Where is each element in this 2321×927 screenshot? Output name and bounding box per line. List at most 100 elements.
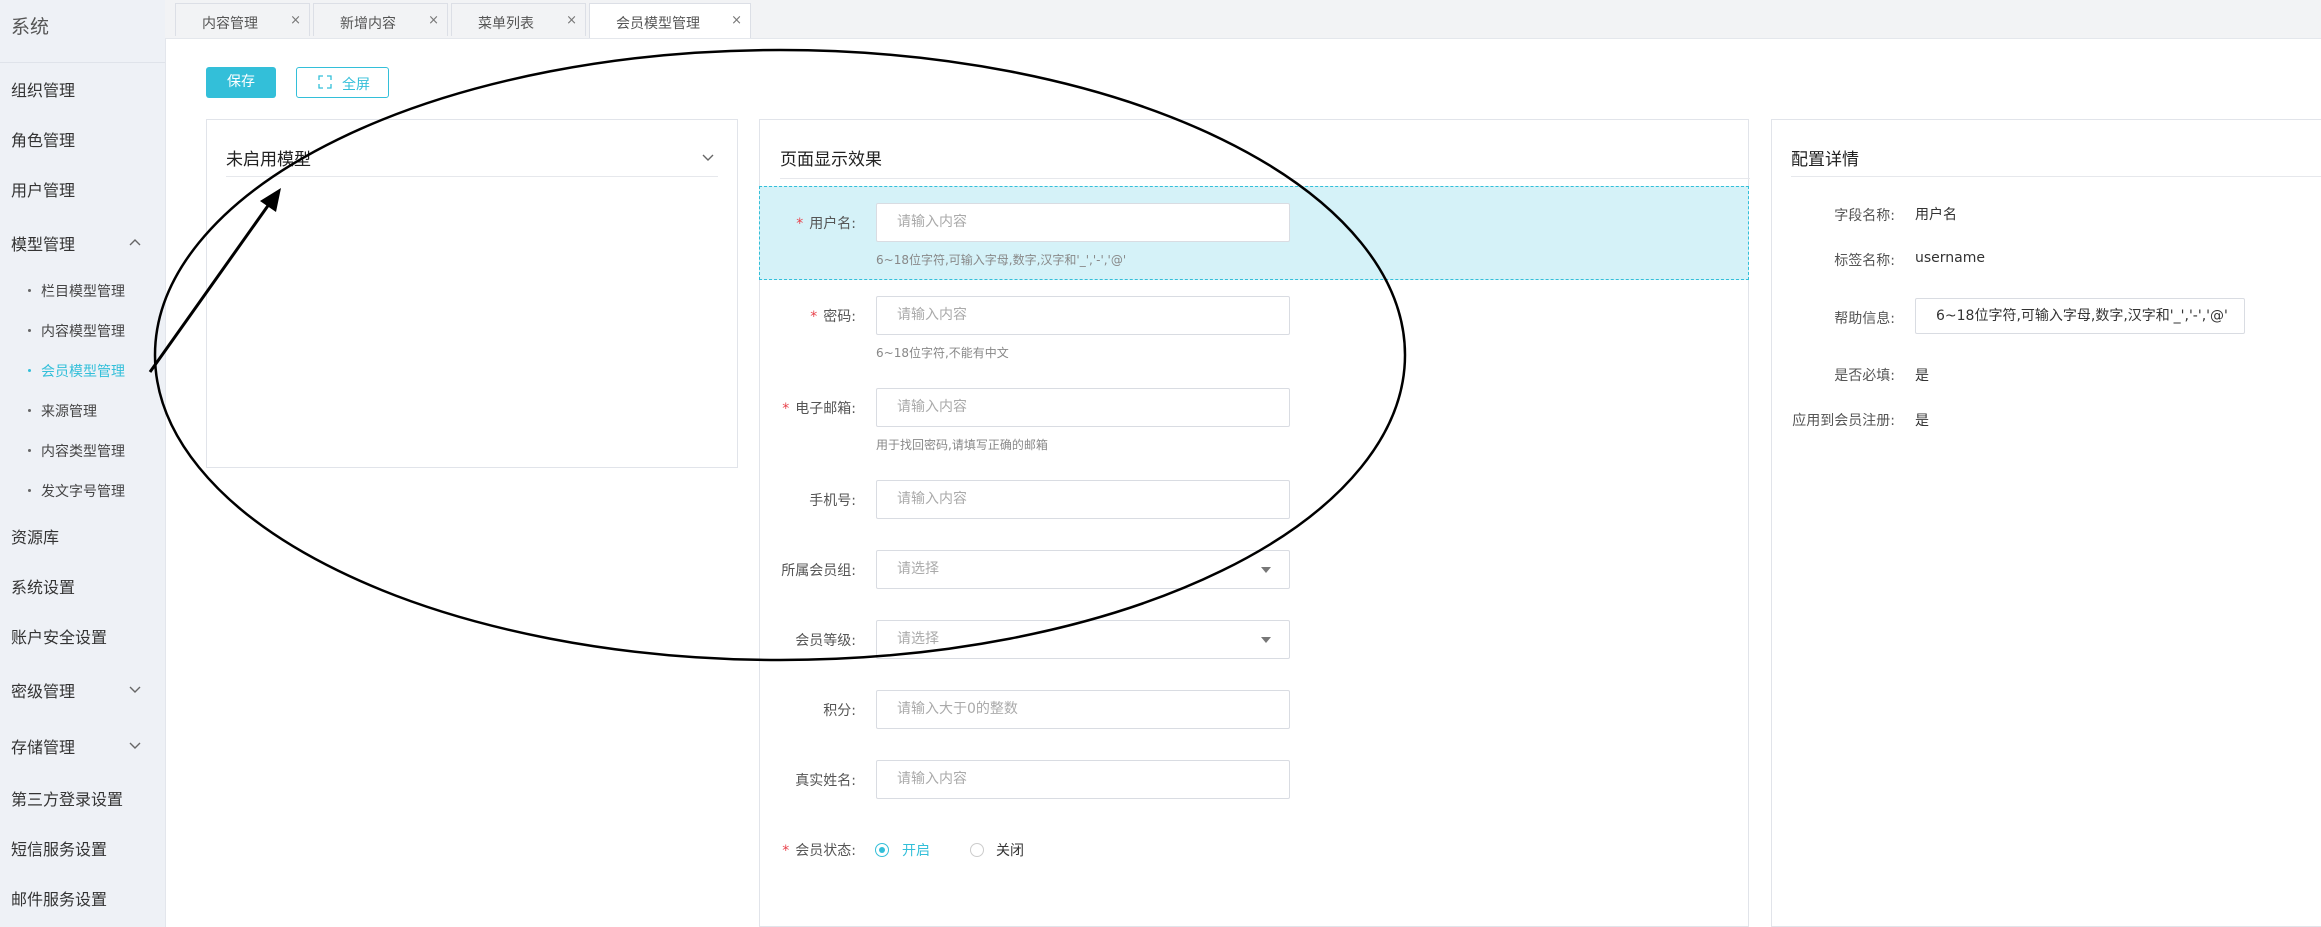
tab-member-model[interactable]: 会员模型管理 × xyxy=(589,3,751,38)
sidebar-item-third-party-login[interactable]: 第三方登录设置 xyxy=(11,786,123,810)
member-status-label-text: 会员状态: xyxy=(795,843,856,859)
sidebar-subitem-content-type[interactable]: 内容类型管理 xyxy=(28,441,125,461)
email-hint: 用于找回密码,请填写正确的邮箱 xyxy=(876,438,1048,452)
member-status-label: * 会员状态: xyxy=(736,840,856,860)
member-group-placeholder: 请选择 xyxy=(897,561,939,577)
real-name-input[interactable]: 请输入内容 xyxy=(876,760,1290,799)
sidebar-item-storage[interactable]: 存储管理 xyxy=(11,734,75,758)
sidebar-subitem-label: 内容类型管理 xyxy=(41,444,125,460)
sidebar-subitem-content-model[interactable]: 内容模型管理 xyxy=(28,321,125,341)
required-mark: * xyxy=(796,216,804,232)
points-input[interactable]: 请输入大于0的整数 xyxy=(876,690,1290,729)
password-label: * 密码: xyxy=(736,306,856,326)
panel-title-config-detail: 配置详情 xyxy=(1791,150,1859,170)
status-off-label[interactable]: 关闭 xyxy=(996,840,1024,860)
required-mark: * xyxy=(810,309,818,325)
close-icon[interactable]: × xyxy=(731,13,742,28)
chevron-down-icon[interactable] xyxy=(128,682,142,696)
member-group-select[interactable]: 请选择 xyxy=(876,550,1290,589)
field-name-value: 用户名 xyxy=(1915,207,1957,223)
close-icon[interactable]: × xyxy=(428,13,439,28)
sidebar-subitem-label: 内容模型管理 xyxy=(41,324,125,340)
panel-title-page-preview: 页面显示效果 xyxy=(780,150,882,170)
bullet-icon xyxy=(28,368,31,372)
sidebar-subitem-member-model[interactable]: 会员模型管理 xyxy=(28,361,125,381)
sidebar-subitem-label: 栏目模型管理 xyxy=(41,284,125,300)
sidebar-subitem-label: 发文字号管理 xyxy=(41,484,125,500)
sidebar-subitem-label: 来源管理 xyxy=(41,404,97,420)
sidebar-subitem-doc-number[interactable]: 发文字号管理 xyxy=(28,481,125,501)
sidebar-item-role[interactable]: 角色管理 xyxy=(11,127,75,151)
sidebar-item-sms[interactable]: 短信服务设置 xyxy=(11,836,107,860)
sidebar-title: 系统 xyxy=(11,16,50,38)
help-info-label: 帮助信息: xyxy=(1834,311,1895,327)
password-label-text: 密码: xyxy=(823,309,856,325)
chevron-up-icon[interactable] xyxy=(128,235,142,249)
sidebar: 系统 组织管理 角色管理 用户管理 模型管理 栏目模型管理 内容模型管理 会员模… xyxy=(0,0,166,927)
sidebar-item-account-security[interactable]: 账户安全设置 xyxy=(11,624,107,648)
email-input[interactable]: 请输入内容 xyxy=(876,388,1290,427)
sidebar-divider xyxy=(0,62,165,63)
sidebar-item-org[interactable]: 组织管理 xyxy=(11,77,75,101)
caret-down-icon xyxy=(1261,567,1271,573)
apply-member-register-value: 是 xyxy=(1915,413,1929,429)
sidebar-item-secret-level[interactable]: 密级管理 xyxy=(11,678,75,702)
tab-menu-list[interactable]: 菜单列表 × xyxy=(451,3,586,36)
sidebar-item-system-settings[interactable]: 系统设置 xyxy=(11,574,75,598)
radio-off-icon[interactable] xyxy=(970,843,984,857)
tab-label: 菜单列表 xyxy=(478,16,534,32)
field-name-label: 字段名称: xyxy=(1834,208,1895,224)
phone-label: 手机号: xyxy=(809,493,856,509)
tab-content-manage[interactable]: 内容管理 × xyxy=(175,3,310,36)
panel-title-unused-models: 未启用模型 xyxy=(226,150,311,170)
password-hint: 6~18位字符,不能有中文 xyxy=(876,346,1009,360)
required-value: 是 xyxy=(1915,368,1929,384)
sidebar-subitem-label: 会员模型管理 xyxy=(41,364,125,380)
bullet-icon xyxy=(28,288,31,292)
bullet-icon xyxy=(28,408,31,412)
close-icon[interactable]: × xyxy=(566,13,577,28)
member-level-select[interactable]: 请选择 xyxy=(876,620,1290,659)
caret-down-icon xyxy=(1261,637,1271,643)
member-level-placeholder: 请选择 xyxy=(897,631,939,647)
bullet-icon xyxy=(28,448,31,452)
required-label: 是否必填: xyxy=(1834,368,1895,384)
unused-models-panel xyxy=(206,119,738,468)
panel-divider xyxy=(226,176,718,177)
real-name-label: 真实姓名: xyxy=(795,773,856,789)
tab-add-content[interactable]: 新增内容 × xyxy=(313,3,448,36)
close-icon[interactable]: × xyxy=(290,13,301,28)
required-mark: * xyxy=(782,843,790,859)
member-group-label: 所属会员组: xyxy=(781,563,856,579)
config-detail-panel xyxy=(1771,119,2321,927)
sidebar-item-mail[interactable]: 邮件服务设置 xyxy=(11,886,107,910)
fullscreen-label: 全屏 xyxy=(342,77,370,93)
save-button[interactable]: 保存 xyxy=(206,67,276,98)
username-label: * 用户名: xyxy=(736,213,856,233)
radio-on-icon[interactable] xyxy=(875,843,889,857)
username-label-text: 用户名: xyxy=(809,216,856,232)
username-input[interactable]: 请输入内容 xyxy=(876,203,1290,242)
phone-input[interactable]: 请输入内容 xyxy=(876,480,1290,519)
chevron-down-icon[interactable] xyxy=(701,150,715,164)
sidebar-subitem-source[interactable]: 来源管理 xyxy=(28,401,97,421)
email-label: * 电子邮箱: xyxy=(736,398,856,418)
tab-label: 内容管理 xyxy=(202,16,258,32)
email-label-text: 电子邮箱: xyxy=(795,401,856,417)
fullscreen-button[interactable]: 全屏 xyxy=(296,67,389,98)
panel-divider xyxy=(1791,176,2321,177)
bullet-icon xyxy=(28,328,31,332)
password-input[interactable]: 请输入内容 xyxy=(876,296,1290,335)
sidebar-item-resource[interactable]: 资源库 xyxy=(11,524,59,548)
status-on-label[interactable]: 开启 xyxy=(902,840,930,860)
sidebar-item-user[interactable]: 用户管理 xyxy=(11,177,75,201)
required-mark: * xyxy=(782,401,790,417)
help-info-input[interactable]: 6~18位字符,可输入字母,数字,汉字和'_','-','@' xyxy=(1915,298,2245,334)
tab-label: 新增内容 xyxy=(340,16,396,32)
sidebar-subitem-column-model[interactable]: 栏目模型管理 xyxy=(28,281,125,301)
apply-member-register-label: 应用到会员注册: xyxy=(1792,413,1895,429)
tab-label: 会员模型管理 xyxy=(616,16,700,32)
points-label: 积分: xyxy=(823,703,856,719)
chevron-down-icon[interactable] xyxy=(128,738,142,752)
sidebar-item-model[interactable]: 模型管理 xyxy=(11,231,75,255)
